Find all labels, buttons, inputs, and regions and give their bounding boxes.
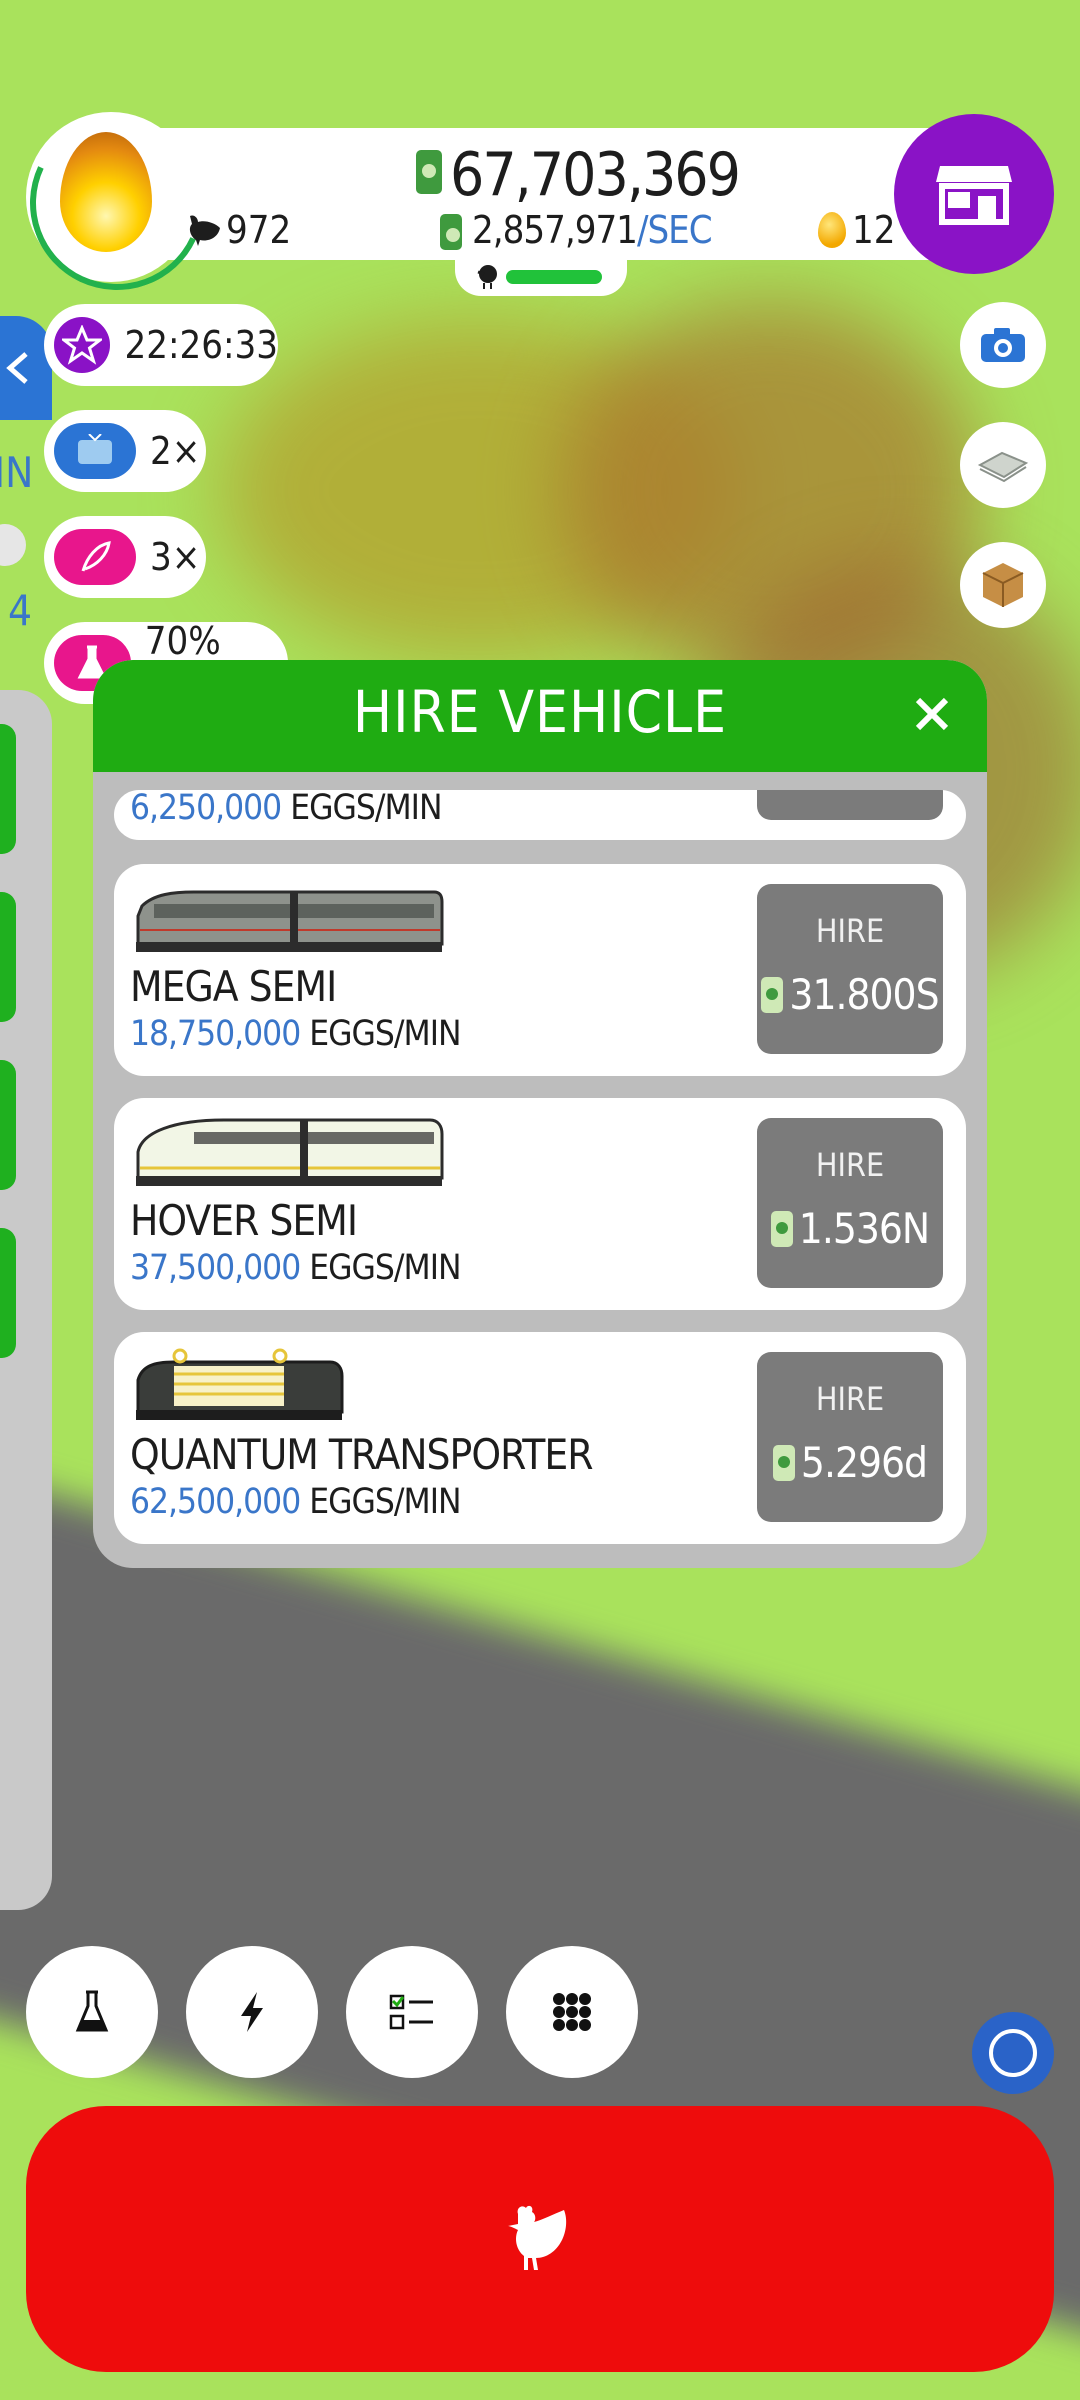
vehicle-rate-unit: EGGS/MIN [290,790,442,828]
vehicle-rate-value: 37,500,000 [130,1248,301,1288]
camera-button[interactable] [960,302,1046,388]
crate-icon [982,563,1024,607]
vehicle-name: MEGA SEMI [130,962,337,1011]
shop-button[interactable] [894,114,1054,274]
hire-button-label: HIRE [815,912,885,950]
vehicle-name: QUANTUM TRANSPORTER [130,1430,593,1479]
vehicle-rate-value: 62,500,000 [130,1482,301,1522]
dialog-title: HIRE VEHICLE [352,678,728,746]
star-icon [54,317,111,373]
golden-egg-count: 12 [852,208,896,252]
lightning-icon [241,1992,263,2032]
hover-semi-vehicle-image [136,1118,444,1186]
money-total: 67,703,369 [450,140,741,210]
hire-price-value: 31.800S [789,970,939,1019]
cash-icon [416,150,442,194]
chicken-count: 972 [226,208,292,252]
chevron-left-icon [6,352,28,384]
hire-price-value: 1.536N [798,1204,930,1253]
cash-icon [772,1445,795,1481]
money-rate: 2,857,971/SEC [472,208,713,252]
money-rate-value: 2,857,971 [472,208,638,252]
panel-toggle-button[interactable] [0,316,52,420]
cash-stack-button[interactable] [960,422,1046,508]
hire-price-value: 5.296d [800,1438,928,1487]
close-button[interactable] [909,694,955,740]
hire-button[interactable] [757,790,943,820]
hire-button[interactable]: HIRE 5.296d [757,1352,943,1522]
hire-price: 1.536N [757,1204,943,1253]
vehicle-card: HOVER SEMI 37,500,000 EGGS/MIN HIRE 1.53… [114,1098,966,1310]
cash-icon [770,1211,793,1247]
boost-feather-pill[interactable]: 3× [44,516,206,598]
hatch-chicken-button[interactable] [26,2106,1054,2372]
vehicle-name: HOVER SEMI [130,1196,358,1245]
cash-stack-icon [977,451,1029,483]
research-button[interactable] [26,1946,158,2078]
flask-icon [75,1990,109,2032]
menu-button[interactable] [506,1946,638,2078]
vehicle-rate: 37,500,000 EGGS/MIN [130,1248,462,1288]
boost-timer-label: 22:26:33 [124,323,278,367]
tv-icon [54,423,136,479]
side-panel-tab[interactable] [0,724,16,854]
vehicle-rate-value: 6,250,000 [130,790,282,828]
vehicle-rate-unit: EGGS/MIN [309,1482,461,1522]
hire-vehicle-dialog: HIRE VEHICLE 6,250,000 EGGS/MIN MEGA SEM… [93,660,987,1568]
vehicle-rate: 18,750,000 EGGS/MIN [130,1014,462,1054]
hire-price: 31.800S [757,970,943,1019]
chick-icon [477,265,497,289]
hire-button-label: HIRE [815,1380,885,1418]
money-rate-unit: /SEC [636,208,713,252]
side-panel-dot [0,524,26,566]
side-panel-text: IN [0,448,34,497]
checklist-icon [389,1994,433,2030]
boosts-button[interactable] [186,1946,318,2078]
vehicle-rate-unit: EGGS/MIN [309,1248,461,1288]
boost-video-pill[interactable]: 2× [44,410,206,492]
grid-icon [553,1993,591,2031]
quantum-transporter-vehicle-image [136,1348,344,1420]
vehicle-rate: 62,500,000 EGGS/MIN [130,1482,462,1522]
close-icon [915,697,949,731]
side-panel-tab[interactable] [0,1060,16,1190]
feather-icon [54,529,136,585]
hire-button[interactable]: HIRE 1.536N [757,1118,943,1288]
hire-button-label: HIRE [815,1146,885,1184]
boost-feather-label: 3× [150,535,201,579]
assistant-bubble-button[interactable] [972,2012,1054,2094]
shop-icon [936,166,1012,225]
chicken-icon [508,2205,567,2270]
cash-icon [761,977,784,1013]
missions-button[interactable] [346,1946,478,2078]
hab-capacity-fill [506,270,602,284]
side-panel-tab[interactable] [0,1228,16,1358]
vehicle-rate-value: 18,750,000 [130,1014,301,1054]
cash-icon [440,214,462,250]
vehicle-rate-unit: EGGS/MIN [309,1014,461,1054]
boost-video-label: 2× [150,429,201,473]
chicken-icon [189,215,220,246]
boost-timer-pill[interactable]: 22:26:33 [44,304,278,386]
hire-button[interactable]: HIRE 31.800S [757,884,943,1054]
vehicle-card: MEGA SEMI 18,750,000 EGGS/MIN HIRE 31.80… [114,864,966,1076]
side-panel-tab[interactable] [0,892,16,1022]
vehicle-card: QUANTUM TRANSPORTER 62,500,000 EGGS/MIN … [114,1332,966,1544]
mega-semi-vehicle-image [136,890,444,952]
vehicle-card: 6,250,000 EGGS/MIN [114,790,966,840]
hire-price: 5.296d [757,1438,943,1487]
crate-button[interactable] [960,542,1046,628]
golden-egg-icon [818,212,846,248]
vehicle-rate: 6,250,000 EGGS/MIN [130,790,443,828]
side-panel-text: 4 [8,586,33,635]
camera-icon [981,328,1025,362]
